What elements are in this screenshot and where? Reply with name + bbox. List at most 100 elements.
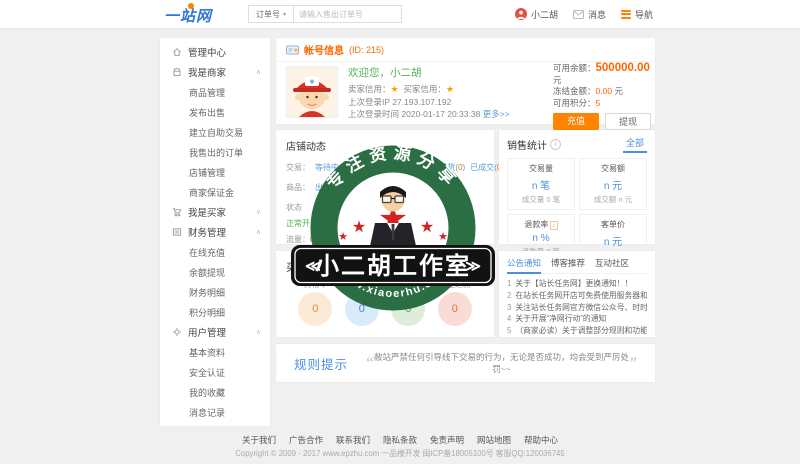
traffic-value: 0: [310, 235, 314, 244]
open-quote-icon: “: [366, 355, 374, 372]
tab-community[interactable]: 互动社区: [595, 257, 629, 269]
footer-link-ads[interactable]: 广告合作: [289, 434, 323, 446]
sidebar-item-security-auth[interactable]: 安全认证: [160, 362, 270, 382]
chevron-up-icon: ∧: [256, 68, 261, 76]
trade-toship-link[interactable]: 待发货(0): [393, 162, 427, 173]
gear-icon: [172, 327, 183, 337]
last-login-ip: 上次登录IP 27.193.107.192: [348, 96, 510, 109]
buyer-note: 动 0 笔: [459, 261, 484, 272]
footer-link-disclaimer[interactable]: 免责声明: [430, 434, 464, 446]
chevron-up-icon: ∧: [256, 228, 261, 236]
circle-third[interactable]: 0: [385, 279, 432, 326]
stat-trade-amount: 交易额n 元成交额 n 元: [579, 158, 647, 210]
sales-stats-card: 销售统计 i 全部 交易量n 笔成交量 0 笔 交易额n 元成交额 n 元 退款…: [499, 130, 655, 244]
chevron-down-icon: ▾: [283, 11, 286, 18]
sidebar-item-balance-withdraw[interactable]: 余额提现: [160, 262, 270, 282]
envelope-icon: [573, 10, 584, 19]
tab-announcements[interactable]: 公告通知: [507, 257, 541, 269]
goods-onsale-link[interactable]: 出售中(0): [315, 182, 349, 193]
footer-copyright: Copyright © 2009 - 2017 www.epzhu.com 一品…: [0, 448, 800, 459]
chevron-down-icon: ∨: [256, 208, 261, 216]
info-icon: i: [550, 139, 561, 150]
shop-status-value: 正常开店: [286, 219, 318, 228]
footer-link-help[interactable]: 帮助中心: [524, 434, 558, 446]
home-icon: [172, 47, 183, 57]
circle-waiting-trade[interactable]: 等待交易0: [339, 279, 386, 326]
notice-item[interactable]: 4关于开展“净网行动”的通知: [507, 313, 647, 325]
buyer-reminder-title: 买家提醒: [286, 259, 326, 274]
notice-item[interactable]: 5（商家必读）关于调整部分规则和功能的...: [507, 325, 647, 337]
sidebar-item-basic-profile[interactable]: 基本资料: [160, 342, 270, 362]
finance-icon: [172, 227, 183, 237]
sidebar-item-favorites[interactable]: 我的收藏: [160, 382, 270, 402]
search-input[interactable]: [294, 5, 402, 23]
sidebar-item-online-recharge[interactable]: 在线充值: [160, 242, 270, 262]
trade-trading-link[interactable]: 交易中(0): [354, 162, 388, 173]
sidebar-item-sold-orders[interactable]: 我售出的订单: [160, 142, 270, 162]
sales-stats-title: 销售统计: [507, 137, 547, 152]
search-category-select[interactable]: 订单号▾: [248, 5, 294, 23]
site-logo-text: 一站网: [164, 8, 212, 25]
sidebar-item-user-management[interactable]: 用户管理∧: [160, 322, 270, 342]
rules-title: 规则提示: [294, 354, 348, 373]
account-id: (ID: 215): [349, 45, 384, 55]
more-link[interactable]: 更多>>: [483, 109, 510, 119]
sidebar-item-management-center[interactable]: 管理中心: [160, 42, 270, 62]
points-row: 可用积分：5: [553, 98, 653, 110]
nav-label: 导航: [635, 8, 653, 21]
goods-offshelf-link[interactable]: 已下架(0): [354, 182, 388, 193]
chevron-up-icon: ∧: [256, 328, 261, 336]
points-value: 5: [596, 98, 601, 108]
buyer-star-icon: ★: [446, 84, 454, 94]
search-category-value: 订单号: [256, 9, 280, 20]
footer-link-sitemap[interactable]: 网站地图: [477, 434, 511, 446]
notice-item[interactable]: 1关于【站长任务网】更换通知！！: [507, 278, 647, 290]
trade-shipped-link[interactable]: 已发货(0): [431, 162, 465, 173]
notice-item[interactable]: 3关注站长任务网官方微信公众号、时时掌...: [507, 302, 647, 314]
stat-trade-volume: 交易量n 笔成交量 0 笔: [507, 158, 575, 210]
sidebar-item-seller-deposit[interactable]: 商家保证金: [160, 182, 270, 202]
balance-row: 可用余额：500000.00 元: [553, 63, 653, 86]
top-header: 一站网 订单号▾ 小二胡 消息 导航: [0, 0, 800, 29]
account-info-card: 帐号信息 (ID: 215) 欢迎您，小二胡 卖家信用：★ 买家信用：★ 上次登…: [276, 38, 655, 124]
sidebar-item-publish-sale[interactable]: 发布出售: [160, 102, 270, 122]
logo-dot-icon: [188, 3, 194, 9]
last-login-time: 上次登录时间 2020-01-17 20:33:38 更多>>: [348, 108, 510, 121]
sidebar-item-buyer[interactable]: 我是买家∨: [160, 202, 270, 222]
sidebar-item-create-self-trade[interactable]: 建立自助交易: [160, 122, 270, 142]
tab-blog[interactable]: 博客推荐: [551, 257, 585, 269]
notices-card: 公告通知 博客推荐 互动社区 1关于【站长任务网】更换通知！！ 2在站长任务网开…: [499, 251, 655, 337]
site-logo[interactable]: 一站网: [164, 5, 212, 26]
sidebar-item-points-details[interactable]: 积分明细: [160, 302, 270, 322]
sidebar-item-finance[interactable]: 财务管理∧: [160, 222, 270, 242]
profile-avatar: [286, 66, 338, 118]
cart-icon: [172, 207, 183, 217]
balance-value: 500000.00: [596, 62, 650, 74]
seller-star-icon: ★: [391, 84, 399, 94]
footer-link-privacy[interactable]: 隐私条款: [383, 434, 417, 446]
arrow-down-badge-icon: ↓: [550, 221, 557, 230]
sidebar-item-goods-management[interactable]: 商品管理: [160, 82, 270, 102]
sidebar-item-shop-management[interactable]: 店铺管理: [160, 162, 270, 182]
trade-waiting-link[interactable]: 等待中(0): [315, 162, 349, 173]
footer-link-contact[interactable]: 联系我们: [336, 434, 370, 446]
withdraw-button[interactable]: 提现: [605, 113, 651, 130]
messages-label: 消息: [588, 8, 606, 21]
sidebar-item-message-history[interactable]: 消息记录: [160, 402, 270, 422]
circle-cart[interactable]: 购物车0: [292, 279, 339, 326]
messages-button[interactable]: 消息: [573, 8, 606, 21]
sidebar-item-finance-details[interactable]: 财务明细: [160, 282, 270, 302]
order-search: 订单号▾: [248, 5, 402, 23]
tab-all[interactable]: 全部: [623, 136, 647, 153]
notice-item[interactable]: 2在站长任务网开店可免费使用服务器和域...: [507, 290, 647, 302]
footer-link-about[interactable]: 关于我们: [242, 434, 276, 446]
frozen-value: 0.00: [596, 86, 613, 96]
nav-button[interactable]: 导航: [621, 8, 653, 21]
circle-refunding[interactable]: 正在退款0: [432, 279, 479, 326]
user-menu[interactable]: 小二胡: [515, 8, 558, 21]
sidebar-item-seller[interactable]: 我是商家∧: [160, 62, 270, 82]
recharge-button[interactable]: 充值: [553, 113, 599, 130]
footer-links: 关于我们 广告合作 联系我们 隐私条款 免责声明 网站地图 帮助中心: [0, 434, 800, 446]
shop-dynamics-title: 店铺动态: [286, 138, 484, 153]
username-label: 小二胡: [531, 8, 558, 21]
